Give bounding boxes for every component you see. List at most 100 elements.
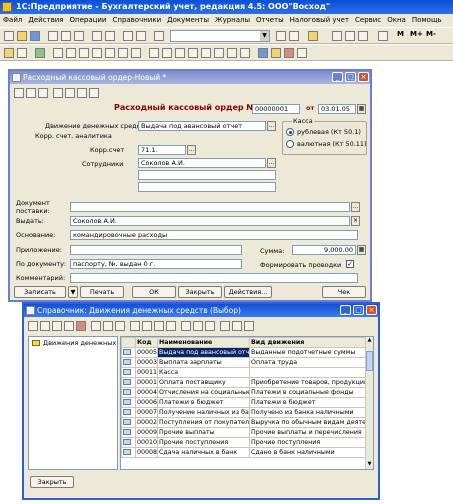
ref-close-button[interactable]: × — [366, 305, 377, 315]
report5-icon[interactable] — [201, 48, 211, 58]
table5-icon[interactable] — [105, 48, 115, 58]
ref-filter2-icon[interactable] — [142, 321, 152, 331]
cut-icon[interactable] — [48, 31, 58, 41]
grid-icon[interactable] — [358, 31, 368, 41]
ref-sort3-icon[interactable] — [205, 321, 215, 331]
vertical-scrollbar[interactable]: ▲ ▼ — [365, 337, 373, 469]
ok-button[interactable]: ОК — [132, 286, 176, 298]
issue-field[interactable]: Соколов А.И. — [70, 216, 350, 226]
menu-reports[interactable]: Отчеты — [253, 14, 287, 27]
menu-file[interactable]: Файл — [0, 14, 25, 27]
report-icon[interactable] — [149, 48, 159, 58]
plan-icon[interactable] — [35, 48, 45, 58]
preview-icon[interactable] — [105, 31, 115, 41]
table-icon[interactable] — [53, 48, 63, 58]
settings-icon[interactable] — [297, 48, 307, 58]
help-icon[interactable] — [308, 31, 318, 41]
check-button[interactable]: Чек — [322, 286, 366, 298]
ref-close-bottom-button[interactable]: Закрыть — [30, 476, 74, 488]
ref-newgroup-icon[interactable] — [40, 321, 50, 331]
ref-delete-icon[interactable] — [76, 321, 86, 331]
maximize-button[interactable]: □ — [345, 72, 356, 82]
table2-icon[interactable] — [66, 48, 76, 58]
chevron-down-icon[interactable]: ▼ — [260, 31, 269, 41]
record-button[interactable]: Записать — [14, 286, 66, 298]
column-header-name[interactable]: Наименование — [157, 337, 250, 348]
scroll-down-icon[interactable]: ▼ — [366, 461, 373, 469]
close-button[interactable]: × — [358, 72, 369, 82]
report3-icon[interactable] — [175, 48, 185, 58]
ref-sort-icon[interactable] — [181, 321, 191, 331]
radio-ruble[interactable] — [286, 128, 294, 136]
attachment-field[interactable] — [70, 245, 242, 255]
menu-help[interactable]: Помощь — [409, 14, 445, 27]
analytics-field-3[interactable] — [138, 182, 276, 192]
ref-new-icon[interactable] — [28, 321, 38, 331]
ref-maximize-button[interactable]: □ — [353, 305, 364, 315]
print-menu-button[interactable]: ▼ — [68, 286, 78, 298]
table-row[interactable]: 00005 Выдача под авансовый отчет Выданные … — [121, 347, 367, 358]
report2-icon[interactable] — [162, 48, 172, 58]
table-row[interactable]: 00004 Отчисления на социальные н Платежи в… — [121, 387, 367, 398]
calculator-icon[interactable]: ▦ — [357, 245, 366, 255]
folder-icon[interactable] — [271, 48, 281, 58]
menu-windows[interactable]: Окна — [384, 14, 409, 27]
table6-icon[interactable] — [118, 48, 128, 58]
find-icon[interactable] — [154, 31, 164, 41]
bydoc-field[interactable]: паспорту, №, выдан 0 г. — [70, 259, 242, 269]
ref-minimize-button[interactable]: _ — [340, 305, 351, 315]
basis-doc-field[interactable] — [70, 202, 350, 212]
memory-minus-button[interactable]: М- — [426, 30, 436, 38]
movement-select-button[interactable]: … — [267, 121, 276, 131]
save-icon[interactable] — [30, 31, 40, 41]
book-icon[interactable] — [378, 31, 388, 41]
scroll-up-icon[interactable]: ▲ — [366, 337, 373, 345]
print-button[interactable]: Печать — [80, 286, 124, 298]
doc-tool4-icon[interactable] — [53, 88, 63, 98]
reason-field[interactable]: командировочные расходы — [70, 230, 358, 240]
table-row[interactable]: 00006 Платежи в бюджет Платежи в бюджет — [121, 397, 367, 408]
analytics-field-2[interactable] — [138, 170, 276, 180]
corr-account-field[interactable]: 71.1. — [138, 145, 186, 155]
search-prev-icon[interactable] — [289, 31, 299, 41]
table7-icon[interactable] — [131, 48, 141, 58]
memory-plus-button[interactable]: М+ — [410, 30, 423, 38]
corr-account-select-button[interactable]: … — [187, 145, 196, 155]
basis-doc-select-button[interactable]: … — [351, 202, 360, 212]
menu-tax[interactable]: Налоговый учет — [287, 14, 352, 27]
issue-clear-button[interactable]: × — [351, 216, 360, 226]
search-next-icon[interactable] — [276, 31, 286, 41]
employee-field[interactable]: Соколов А.И. — [138, 158, 266, 168]
table-row[interactable]: 00003 Выплата зарплаты Оплата труда — [121, 357, 367, 368]
table3-icon[interactable] — [79, 48, 89, 58]
ref-level-icon[interactable] — [103, 321, 113, 331]
movement-field[interactable]: Выдача под авансовый отчет — [138, 121, 266, 131]
report8-icon[interactable] — [240, 48, 250, 58]
doc-tool1-icon[interactable] — [14, 88, 24, 98]
employee-select-button[interactable]: … — [267, 158, 276, 168]
sum-field[interactable]: 9,000.00 — [292, 245, 356, 255]
actions-button[interactable]: Действия... — [224, 286, 272, 298]
ref-edit-icon[interactable] — [64, 321, 74, 331]
calendar-icon[interactable]: ▦ — [357, 104, 366, 114]
ref-filter-icon[interactable] — [130, 321, 140, 331]
print-icon[interactable] — [92, 31, 102, 41]
ref-print-icon[interactable] — [220, 321, 230, 331]
doc-help-icon[interactable] — [89, 88, 99, 98]
report7-icon[interactable] — [227, 48, 237, 58]
table-row[interactable]: 00001 Оплата поставщику Приобретение товар… — [121, 377, 367, 388]
table-row[interactable]: 00008 Сдача наличных в банк Сдано в банк н… — [121, 447, 367, 458]
ref-tree-icon[interactable] — [91, 321, 101, 331]
menu-actions[interactable]: Действия — [25, 14, 66, 27]
ref-move-icon[interactable] — [115, 321, 125, 331]
report6-icon[interactable] — [214, 48, 224, 58]
doc-number-field[interactable]: 00000001 — [252, 104, 300, 114]
new-icon[interactable] — [4, 31, 14, 41]
postings-checkbox[interactable]: ✓ — [346, 260, 354, 268]
search-combo[interactable]: ▼ — [170, 30, 270, 42]
table-row[interactable]: 00002 Поступления от покупателей Выручка п… — [121, 417, 367, 428]
journal-icon[interactable] — [17, 48, 27, 58]
table-row[interactable]: 00009 Прочие выплаты Прочие выплаты и пере… — [121, 427, 367, 438]
globe-icon[interactable] — [258, 48, 268, 58]
menu-references[interactable]: Справочники — [109, 14, 164, 27]
